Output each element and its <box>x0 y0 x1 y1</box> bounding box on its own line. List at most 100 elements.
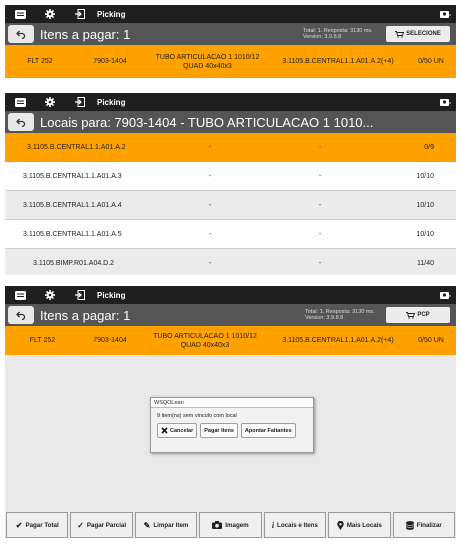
location-row[interactable]: 3.1105.B.CENTRAL1.1.A01.A.2 - - 0/9 <box>5 133 456 162</box>
page-title: Itens a pagar: 1 <box>40 26 131 42</box>
location-col2: - <box>318 172 322 180</box>
item-qty: 0/50 UN <box>418 58 444 65</box>
account-icon[interactable] <box>434 98 456 107</box>
location-row[interactable]: 3.1105.BIMP.R01.A04.D.2 - - 11/40 <box>5 249 456 275</box>
menu-icon[interactable] <box>5 5 35 23</box>
item-ref: 7903-1404 <box>93 337 127 344</box>
item-desc-line1: TUBO ARTICULACAO 1 1010/12 <box>153 332 257 340</box>
menu-icon[interactable] <box>5 286 35 304</box>
back-button[interactable] <box>8 25 34 43</box>
login-icon[interactable] <box>65 286 95 304</box>
location-code: 3.1105.B.CENTRAL1.1.A01.A.4 <box>23 201 122 209</box>
item-desc-line2: QUAD 40x40x3 <box>180 341 230 349</box>
location-row[interactable]: 3.1105.B.CENTRAL1.1.A01.A.4 - - 10/10 <box>5 191 456 220</box>
clear-item-button[interactable]: ✎ Limpar Item <box>134 512 198 538</box>
item-description: TUBO ARTICULACAO 1 1010/12 QUAD 40x40x3 <box>140 332 270 350</box>
login-icon[interactable] <box>65 5 95 23</box>
location-qty: 0/9 <box>424 144 434 151</box>
pcp-button[interactable]: PCP <box>386 307 450 323</box>
login-icon[interactable] <box>65 93 95 111</box>
screen-2: Picking Locais para: 7903-1404 - TUBO AR… <box>5 93 456 275</box>
bottom-action-bar: ✔ Pagar Total ✓ Pagar Parcial ✎ Limpar I… <box>5 512 456 538</box>
location-col2: - <box>318 201 322 209</box>
check-icon: ✓ <box>77 520 84 530</box>
location-col1: - <box>208 144 212 151</box>
location-col1: - <box>208 201 212 209</box>
close-icon <box>161 427 168 434</box>
location-row[interactable]: 3.1105.B.CENTRAL1.1.A01.A.3 - - 10/10 <box>5 162 456 191</box>
item-qty: 0/50 UN <box>418 337 444 344</box>
selecione-label: SELECIONE <box>406 31 441 37</box>
top-app-bar: Picking <box>5 93 456 111</box>
cancel-button[interactable]: Cancelar <box>157 423 198 438</box>
back-arrow-icon <box>16 118 26 127</box>
item-code: FLT 252 <box>29 337 56 344</box>
camera-icon <box>212 521 223 529</box>
item-code: FLT 252 <box>27 58 53 65</box>
message-dialog: WSQOLean 9 item(ns) sem vinculo com loca… <box>150 397 314 453</box>
item-description: TUBO ARTICULACAO 1 1010/12 QUAD 40x40x3 <box>145 53 270 71</box>
pay-total-button[interactable]: ✔ Pagar Total <box>6 512 69 538</box>
finish-label: Finalizar <box>416 521 442 529</box>
cart-icon <box>395 30 405 38</box>
header-bar: Itens a pagar: 1 Total: 1. Resposta: 313… <box>5 23 456 45</box>
dialog-title: WSQOLean <box>151 398 313 408</box>
location-qty: 10/10 <box>416 230 434 238</box>
screen-1: Picking Itens a pagar: 1 Total: 1. Respo… <box>5 5 456 78</box>
location-col2: - <box>318 260 322 267</box>
double-check-icon: ✔ <box>15 520 23 530</box>
page-title: Locais para: 7903-1404 - TUBO ARTICULACA… <box>40 114 374 130</box>
location-code: 3.1105.B.CENTRAL1.1.A01.A.2 <box>27 144 126 151</box>
back-arrow-icon <box>16 311 26 320</box>
item-desc-line2: QUAD 40x40x3 <box>183 62 232 70</box>
header-bar: Itens a pagar: 1 Total: 1. Resposta: 313… <box>5 304 456 326</box>
back-button[interactable] <box>8 306 34 324</box>
back-arrow-icon <box>16 30 26 39</box>
location-col2: - <box>318 144 322 151</box>
point-missing-button[interactable]: Apontar Faltantes <box>240 423 296 438</box>
pay-partial-button[interactable]: ✓ Pagar Parcial <box>70 512 133 538</box>
dialog-message: 9 item(ns) sem vinculo com local <box>157 413 237 419</box>
image-button[interactable]: Imagem <box>199 512 262 538</box>
cancel-label: Cancelar <box>170 427 194 434</box>
more-locations-label: Mais Locais <box>346 521 382 529</box>
cart-icon <box>406 311 416 319</box>
gear-icon[interactable] <box>35 286 65 304</box>
location-code: 3.1105.B.CENTRAL1.1.A01.A.5 <box>23 230 122 238</box>
menu-icon[interactable] <box>5 93 35 111</box>
item-location: 3.1105.B.CENTRAL1.1.A01.A.2(+4) <box>282 58 394 65</box>
account-icon[interactable] <box>434 10 456 19</box>
location-code: 3.1105.BIMP.R01.A04.D.2 <box>33 260 115 267</box>
location-col2: - <box>318 230 322 238</box>
app-title: Picking <box>97 290 126 300</box>
clear-item-label: Limpar Item <box>153 521 189 529</box>
gear-icon[interactable] <box>35 5 65 23</box>
location-row[interactable]: 3.1105.B.CENTRAL1.1.A01.A.5 - - 10/10 <box>5 220 456 249</box>
back-button[interactable] <box>8 113 34 131</box>
selecione-button[interactable]: SELECIONE <box>386 26 450 42</box>
item-row[interactable]: FLT 252 7903-1404 TUBO ARTICULACAO 1 101… <box>5 45 456 78</box>
top-app-bar: Picking <box>5 286 456 304</box>
item-row[interactable]: FLT 252 7903-1404 TUBO ARTICULACAO 1 101… <box>5 326 456 355</box>
account-icon[interactable] <box>434 291 456 300</box>
page-title: Itens a pagar: 1 <box>40 307 131 323</box>
dialog-buttons: Cancelar Pagar Itens Apontar Faltantes <box>151 423 313 438</box>
response-info: Total: 1. Resposta: 3130 ms. Version: 3.… <box>303 28 373 40</box>
map-pin-icon <box>337 520 344 530</box>
location-col1: - <box>208 260 212 267</box>
app-title: Picking <box>97 9 126 19</box>
gear-icon[interactable] <box>35 93 65 111</box>
image-label: Imagem <box>225 521 249 529</box>
more-locations-button[interactable]: Mais Locais <box>328 512 391 538</box>
pay-items-button[interactable]: Pagar Itens <box>200 423 238 438</box>
location-col1: - <box>208 172 212 180</box>
location-qty: 11/40 <box>417 260 434 267</box>
header-bar: Locais para: 7903-1404 - TUBO ARTICULACA… <box>5 111 456 133</box>
pay-total-label: Pagar Total <box>25 521 59 529</box>
version-label: Version: 3.9.8.8 <box>303 34 342 40</box>
eraser-icon: ✎ <box>143 520 151 530</box>
info-icon: i <box>271 520 275 530</box>
locations-items-button[interactable]: i Locais e Itens <box>263 512 327 538</box>
finish-button[interactable]: Finalizar <box>392 512 455 538</box>
location-col1: - <box>208 230 212 238</box>
